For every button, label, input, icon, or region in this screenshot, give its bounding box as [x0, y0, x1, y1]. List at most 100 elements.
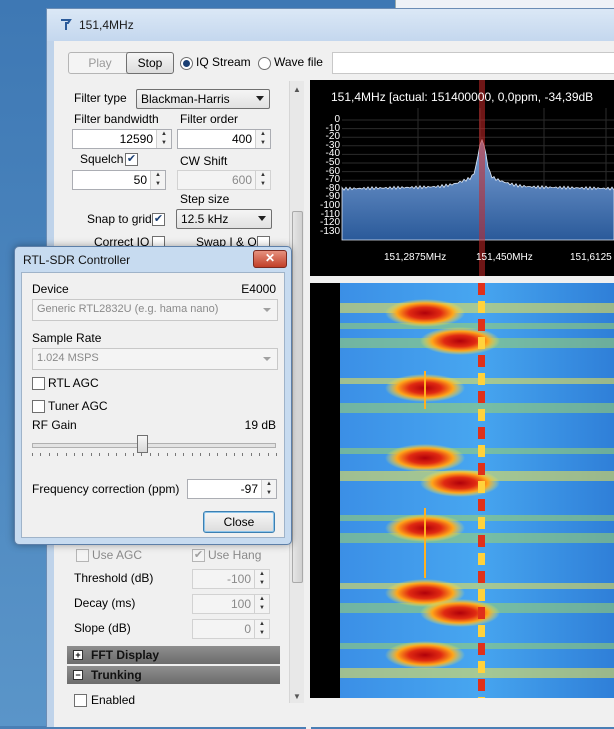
slider-tick — [183, 453, 185, 456]
squelch-input[interactable]: 50 ▲ ▼ — [72, 170, 166, 190]
tuning-marker[interactable] — [479, 80, 485, 276]
waterfall-band — [340, 323, 614, 329]
close-icon[interactable]: ✕ — [253, 250, 287, 268]
sample-rate-label: Sample Rate — [32, 331, 102, 345]
spinner-arrows-icon[interactable]: ▲ ▼ — [156, 130, 171, 148]
signal-burst — [385, 444, 465, 472]
snap-to-grid-label: Snap to grid — [87, 212, 152, 226]
carrier-trace — [478, 661, 485, 673]
spinner-arrows-icon[interactable]: ▲ ▼ — [150, 171, 165, 189]
slope-value: 0 — [244, 622, 251, 636]
signal-burst — [420, 327, 500, 355]
slider-tick — [48, 453, 50, 456]
carrier-trace — [478, 571, 485, 583]
sample-rate-select[interactable]: 1.024 MSPS — [32, 348, 278, 370]
carrier-trace — [478, 301, 485, 313]
fft-display-section-header[interactable]: + FFT Display — [67, 646, 280, 664]
frequency-correction-input[interactable]: -97 ▲ ▼ — [187, 479, 277, 499]
iq-stream-radio[interactable] — [180, 57, 193, 70]
carrier-trace — [478, 445, 485, 457]
spinner-arrows-icon[interactable]: ▲ ▼ — [254, 570, 269, 588]
sample-rate-value: 1.024 MSPS — [37, 352, 99, 364]
expand-plus-icon[interactable]: + — [73, 650, 83, 660]
waterfall-band — [340, 515, 614, 521]
spectrum-plot — [341, 80, 614, 276]
slider-tick — [191, 453, 193, 456]
rtl-agc-checkbox[interactable] — [32, 377, 45, 390]
waterfall-band — [340, 448, 614, 454]
trunking-label: Trunking — [91, 668, 142, 682]
play-button[interactable]: Play — [68, 52, 132, 74]
squelch-value: 50 — [133, 173, 147, 187]
carrier-trace — [478, 337, 485, 349]
iq-stream-label: IQ Stream — [196, 55, 251, 69]
slider-tick — [250, 453, 252, 456]
step-size-select[interactable]: 12.5 kHz — [176, 209, 272, 229]
signal-burst — [385, 641, 465, 669]
chevron-down-icon — [258, 216, 266, 221]
slope-input[interactable]: 0 ▲ ▼ — [192, 619, 270, 639]
filter-bandwidth-input[interactable]: 12590 ▲ ▼ — [72, 129, 172, 149]
trunking-enabled-label: Enabled — [91, 693, 136, 707]
slider-tick — [166, 453, 168, 456]
threshold-input[interactable]: -100 ▲ ▼ — [192, 569, 270, 589]
device-select[interactable]: Generic RTL2832U (e.g. hama nano) — [32, 299, 278, 321]
use-agc-checkbox[interactable] — [76, 549, 89, 562]
snap-to-grid-checkbox[interactable]: ✔ — [152, 213, 165, 226]
decay-input[interactable]: 100 ▲ ▼ — [192, 594, 270, 614]
slider-thumb[interactable] — [136, 435, 148, 453]
wave-file-radio[interactable] — [258, 57, 271, 70]
waterfall-band — [340, 378, 614, 384]
slider-tick — [132, 453, 134, 456]
waterfall-display[interactable] — [310, 283, 614, 709]
waterfall-band — [340, 643, 614, 649]
frequency-correction-label: Frequency correction (ppm) — [32, 482, 180, 496]
device-label: Device — [32, 282, 69, 296]
carrier-trace — [478, 391, 485, 403]
carrier-trace — [478, 625, 485, 637]
spinner-arrows-icon[interactable]: ▲ ▼ — [255, 171, 270, 189]
trunking-enabled-checkbox[interactable] — [74, 694, 87, 707]
chevron-down-icon — [256, 96, 264, 101]
use-hang-label: Use Hang — [208, 548, 262, 562]
scrollbar-thumb[interactable] — [292, 211, 303, 583]
filter-bandwidth-value: 12590 — [119, 132, 153, 146]
spectrum-analyzer[interactable]: 151,4MHz [actual: 151400000, 0,0ppm, -34… — [310, 80, 614, 276]
stop-button[interactable]: Stop — [126, 52, 174, 74]
slider-tick — [74, 453, 76, 456]
fft-display-label: FFT Display — [91, 648, 160, 662]
carrier-trace — [478, 427, 485, 439]
cw-shift-input[interactable]: 600 ▲ ▼ — [177, 170, 271, 190]
tuner-agc-checkbox[interactable] — [32, 400, 45, 413]
device-tuner: E4000 — [241, 282, 276, 296]
filter-type-select[interactable]: Blackman-Harris — [136, 89, 270, 109]
tuner-agc-label: Tuner AGC — [48, 399, 108, 413]
carrier-trace — [478, 373, 485, 385]
title-bar[interactable]: 151,4MHz — [47, 9, 614, 41]
threshold-value: -100 — [226, 572, 251, 586]
use-hang-checkbox[interactable]: ✔ — [192, 549, 205, 562]
spinner-arrows-icon[interactable]: ▲ ▼ — [255, 130, 270, 148]
trunking-section-header[interactable]: − Trunking — [67, 666, 280, 684]
slider-tick — [242, 453, 244, 456]
carrier-trace — [478, 697, 485, 709]
rf-gain-slider[interactable] — [30, 433, 278, 463]
close-button[interactable]: Close — [203, 511, 275, 533]
wave-file-path-input[interactable] — [332, 52, 614, 74]
scroll-up-arrow-icon[interactable]: ▲ — [293, 85, 301, 94]
squelch-checkbox[interactable]: ✔ — [125, 153, 138, 166]
spinner-arrows-icon[interactable]: ▲ ▼ — [261, 480, 276, 498]
decay-label: Decay (ms) — [74, 596, 136, 610]
spinner-arrows-icon[interactable]: ▲ ▼ — [254, 595, 269, 613]
collapse-minus-icon[interactable]: − — [73, 670, 83, 680]
device-value: Generic RTL2832U (e.g. hama nano) — [37, 303, 219, 315]
slider-tick — [233, 453, 235, 456]
scroll-down-arrow-icon[interactable]: ▼ — [293, 692, 301, 701]
toolbar: Play Stop IQ Stream Wave file — [54, 41, 614, 79]
filter-order-input[interactable]: 400 ▲ ▼ — [177, 129, 271, 149]
signal-burst — [420, 599, 500, 627]
slider-tick — [158, 453, 160, 456]
spinner-arrows-icon[interactable]: ▲ ▼ — [254, 620, 269, 638]
slider-ticks — [32, 453, 277, 457]
carrier-trace — [478, 499, 485, 511]
